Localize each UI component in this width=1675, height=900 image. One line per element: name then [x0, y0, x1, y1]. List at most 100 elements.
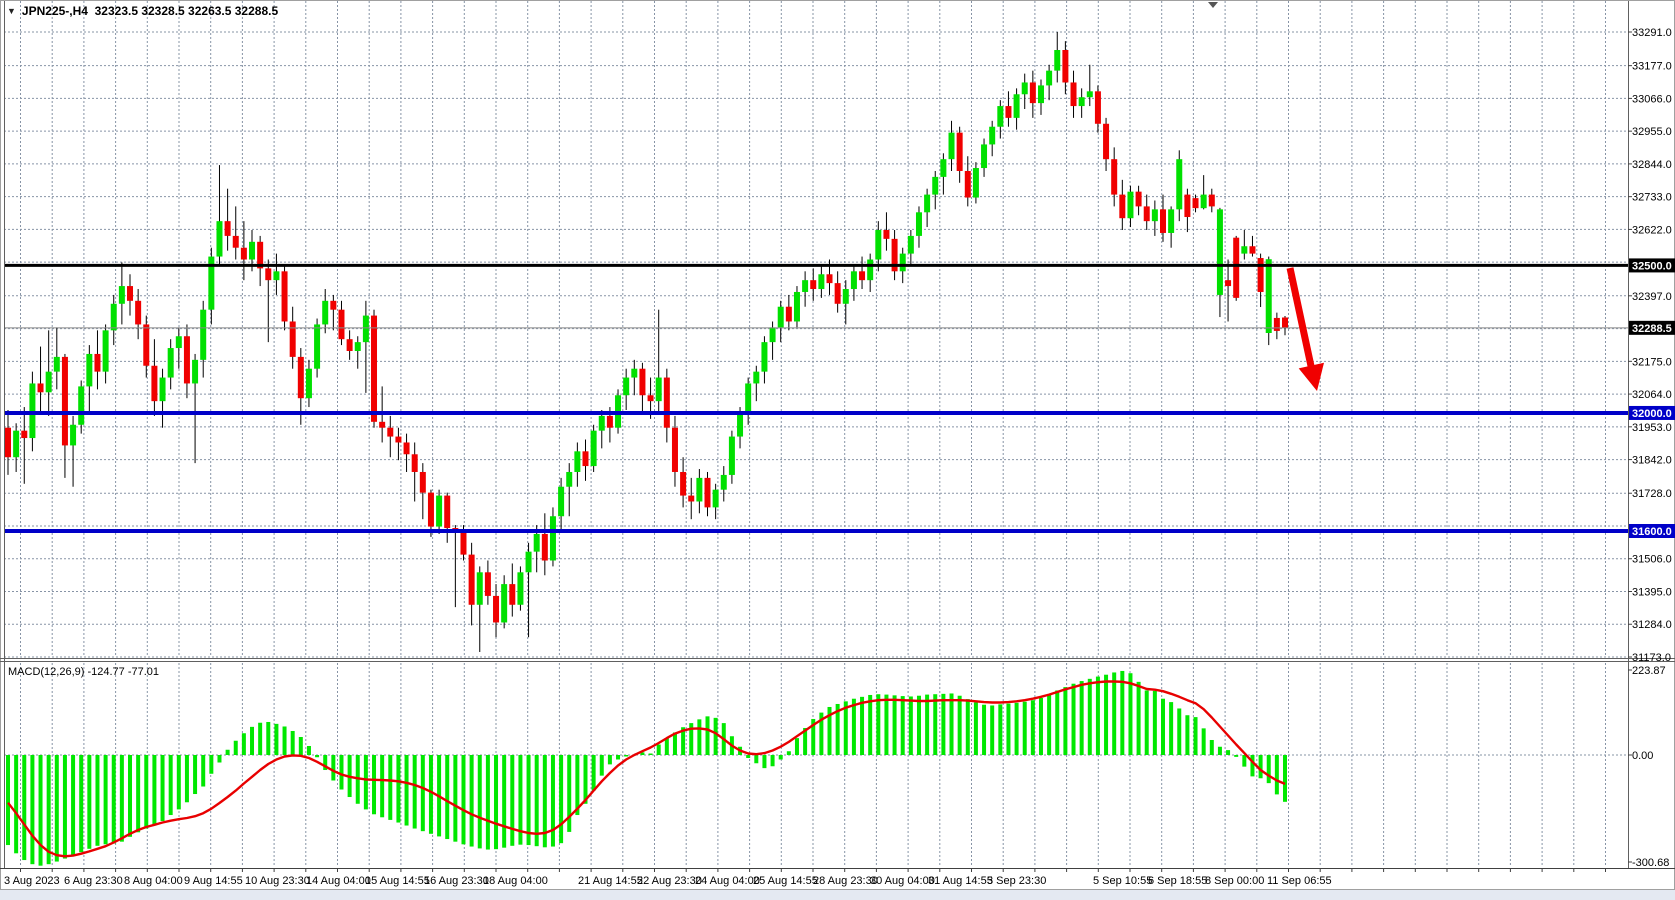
macd-histogram-bar [22, 755, 26, 860]
candle-body [436, 496, 442, 527]
candle-body [444, 496, 450, 528]
macd-histogram-bar [71, 755, 75, 855]
macd-histogram-bar [1006, 704, 1010, 755]
candle-body [721, 475, 727, 490]
candle-body [273, 271, 279, 280]
candle-body [371, 316, 377, 422]
symbol-title-bar: ▼ JPN225-,H4 32323.5 32328.5 32263.5 322… [7, 4, 278, 18]
candle-body [1071, 82, 1077, 106]
macd-histogram-bar [1039, 698, 1043, 755]
candle-body [631, 369, 637, 378]
candle-body [1282, 317, 1288, 327]
macd-histogram-bar [665, 738, 669, 755]
candle-body [688, 496, 694, 502]
candle-body [607, 416, 613, 428]
candle-body [355, 342, 361, 351]
macd-histogram-bar [266, 722, 270, 755]
macd-histogram-bar [1194, 717, 1198, 755]
time-axis-label: 24 Aug 04:00 [695, 875, 760, 887]
macd-histogram-bar [1031, 700, 1035, 755]
candle-body [965, 171, 971, 198]
macd-histogram-bar [583, 755, 587, 804]
candle-body [973, 168, 979, 198]
candle-body [1046, 71, 1052, 86]
macd-histogram-bar [30, 755, 34, 864]
price-label-box-text: 32288.5 [1632, 323, 1672, 335]
candle-body [290, 321, 296, 356]
macd-histogram-bar [152, 755, 156, 826]
macd-histogram-bar [1063, 687, 1067, 755]
macd-histogram-bar [209, 755, 213, 774]
candle-body [298, 357, 304, 398]
candle-body [859, 271, 865, 280]
price-label-box-text: 31600.0 [1632, 526, 1672, 538]
candle-body [786, 307, 792, 322]
macd-histogram-bar [1250, 755, 1254, 776]
candle-body [1193, 198, 1199, 208]
candle-body [249, 242, 255, 260]
macd-histogram-bar [1088, 679, 1092, 755]
macd-histogram-bar [413, 755, 417, 829]
candle-body [192, 360, 198, 384]
symbol-ohlc-title: JPN225-,H4 32323.5 32328.5 32263.5 32288… [22, 4, 278, 18]
candle-body [428, 493, 434, 527]
macd-histogram-bar [380, 755, 384, 817]
macd-histogram-bar [933, 694, 937, 755]
macd-histogram-bar [486, 755, 490, 850]
candle-body [322, 301, 328, 325]
candle-body [282, 271, 288, 321]
candle-body [176, 336, 182, 348]
macd-axis-label: 0.00 [1632, 750, 1653, 762]
candle-body [1030, 82, 1036, 103]
candle-body [851, 271, 857, 289]
macd-histogram-bar [1096, 677, 1100, 755]
candle-body [949, 133, 955, 160]
candle-body [1014, 94, 1020, 118]
candle-body [78, 386, 84, 424]
symbol-dropdown-icon[interactable]: ▼ [7, 5, 16, 17]
macd-histogram-bar [144, 755, 148, 829]
candle-body [54, 357, 60, 372]
macd-histogram-bar [1015, 703, 1019, 755]
candle-body [1038, 85, 1044, 103]
macd-histogram-bar [14, 755, 18, 853]
macd-histogram-bar [55, 755, 59, 862]
macd-axis-label: -300.68 [1632, 857, 1669, 869]
candle-body [753, 372, 759, 384]
macd-histogram-bar [453, 755, 457, 842]
macd-histogram-bar [47, 755, 51, 864]
candle-body [160, 378, 166, 402]
candle-body [737, 413, 743, 437]
candle-body [908, 236, 914, 254]
candle-body [574, 451, 580, 472]
macd-histogram-bar [762, 755, 766, 768]
macd-histogram-bar [649, 753, 653, 755]
candle-body [656, 378, 662, 402]
candle-body [1258, 258, 1264, 292]
macd-histogram-bar [1128, 673, 1132, 755]
candle-body [550, 516, 556, 560]
macd-histogram-bar [1177, 708, 1181, 755]
macd-histogram-bar [925, 695, 929, 755]
candle-body [997, 106, 1003, 127]
candle-body [314, 324, 320, 368]
candle-body [761, 342, 767, 372]
macd-histogram-bar [1218, 747, 1222, 755]
candle-body [127, 286, 133, 301]
macd-histogram-bar [706, 716, 710, 755]
time-axis-label: 21 Aug 14:55 [578, 875, 643, 887]
macd-histogram-bar [63, 755, 67, 859]
macd-histogram-bar [461, 755, 465, 844]
macd-histogram-bar [901, 696, 905, 755]
candle-body [591, 431, 597, 466]
macd-histogram-bar [1153, 691, 1157, 755]
candle-body [582, 451, 588, 466]
macd-histogram-bar [990, 705, 994, 755]
macd-histogram-bar [429, 755, 433, 834]
macd-histogram-bar [657, 744, 661, 755]
macd-axis-label: 223.87 [1632, 665, 1666, 677]
price-axis-label: 31953.0 [1632, 422, 1672, 434]
price-axis-label: 31173.0 [1632, 652, 1671, 664]
candle-body [1054, 50, 1060, 71]
chart-canvas[interactable]: 33291.033177.033066.032955.032844.032733… [0, 0, 1675, 900]
